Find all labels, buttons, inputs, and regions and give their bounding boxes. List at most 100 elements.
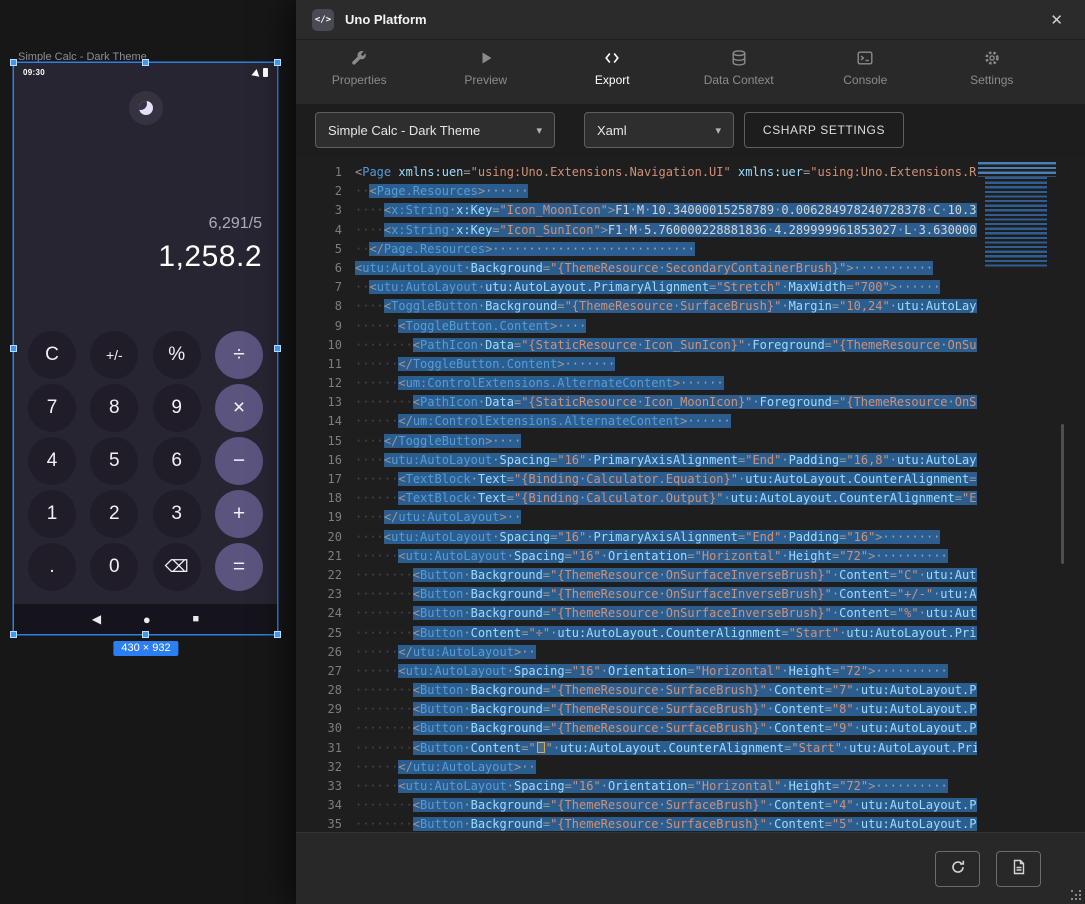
code-line[interactable]: 29········<Button·Background="{ThemeReso… bbox=[296, 700, 977, 719]
tab-console[interactable]: Console bbox=[802, 49, 929, 104]
code-line[interactable]: 18······<TextBlock·Text="{Binding·Calcul… bbox=[296, 489, 977, 508]
selection-handle[interactable] bbox=[142, 631, 149, 638]
minimap[interactable] bbox=[978, 162, 1056, 269]
line-number: 18 bbox=[296, 489, 342, 508]
line-number: 8 bbox=[296, 297, 342, 316]
key-8[interactable]: 8 bbox=[90, 384, 138, 432]
selection-handle[interactable] bbox=[274, 345, 281, 352]
key-7[interactable]: 7 bbox=[28, 384, 76, 432]
selection-handle[interactable] bbox=[142, 59, 149, 66]
key-clear[interactable]: C bbox=[28, 331, 76, 379]
home-icon[interactable]: ● bbox=[143, 612, 151, 627]
close-icon[interactable]: ✕ bbox=[1044, 9, 1069, 31]
selection-handle[interactable] bbox=[10, 345, 17, 352]
tab-properties[interactable]: Properties bbox=[296, 49, 423, 104]
code-line[interactable]: 10········<PathIcon·Data="{StaticResourc… bbox=[296, 336, 977, 355]
selection-handle[interactable] bbox=[274, 631, 281, 638]
chevron-down-icon: ▾ bbox=[536, 124, 542, 137]
code-line[interactable]: 33······<utu:AutoLayout·Spacing="16"·Ori… bbox=[296, 777, 977, 796]
code-line[interactable]: 13········<PathIcon·Data="{StaticResourc… bbox=[296, 393, 977, 412]
tab-preview[interactable]: Preview bbox=[423, 49, 550, 104]
code-editor[interactable]: 1<Page xmlns:uen="using:Uno.Extensions.N… bbox=[296, 156, 1085, 832]
code-line[interactable]: 7··<utu:AutoLayout·utu:AutoLayout.Primar… bbox=[296, 278, 977, 297]
key-equals[interactable]: = bbox=[215, 543, 263, 591]
key-multiply[interactable]: × bbox=[215, 384, 263, 432]
code-line[interactable]: 17······<TextBlock·Text="{Binding·Calcul… bbox=[296, 470, 977, 489]
code-line[interactable]: 1<Page xmlns:uen="using:Uno.Extensions.N… bbox=[296, 163, 977, 182]
code-line[interactable]: 34········<Button·Background="{ThemeReso… bbox=[296, 796, 977, 815]
code-line[interactable]: 12······<um:ControlExtensions.AlternateC… bbox=[296, 374, 977, 393]
scrollbar-thumb[interactable] bbox=[1061, 424, 1064, 564]
code-line[interactable]: 28········<Button·Background="{ThemeReso… bbox=[296, 681, 977, 700]
key-divide[interactable]: ÷ bbox=[215, 331, 263, 379]
code-line[interactable]: 24········<Button·Background="{ThemeReso… bbox=[296, 604, 977, 623]
key-3[interactable]: 3 bbox=[153, 490, 201, 538]
key-percent[interactable]: % bbox=[153, 331, 201, 379]
back-icon[interactable]: ◀ bbox=[92, 612, 101, 626]
theme-toggle-button[interactable] bbox=[129, 91, 163, 125]
key-6[interactable]: 6 bbox=[153, 437, 201, 485]
tab-label: Settings bbox=[970, 73, 1013, 87]
line-number: 3 bbox=[296, 201, 342, 220]
tab-settings[interactable]: Settings bbox=[929, 49, 1056, 104]
code-line[interactable]: 11······</ToggleButton.Content>······· bbox=[296, 355, 977, 374]
code-line[interactable]: 35········<Button·Background="{ThemeReso… bbox=[296, 815, 977, 832]
selection-handle[interactable] bbox=[10, 59, 17, 66]
recents-icon[interactable]: ■ bbox=[193, 613, 200, 625]
code-line[interactable]: 32······</utu:AutoLayout>·· bbox=[296, 758, 977, 777]
key-1[interactable]: 1 bbox=[28, 490, 76, 538]
resize-grip[interactable] bbox=[1071, 890, 1081, 900]
android-nav-bar: ◀ ● ■ bbox=[14, 604, 277, 634]
selection-handle[interactable] bbox=[10, 631, 17, 638]
phone-artboard[interactable]: 09:30 6,291/5 1,258.2 C +/- % ÷ 7 8 9 bbox=[14, 63, 277, 634]
code-line[interactable]: 27······<utu:AutoLayout·Spacing="16"·Ori… bbox=[296, 662, 977, 681]
wifi-icon bbox=[251, 68, 260, 76]
key-add[interactable]: + bbox=[215, 490, 263, 538]
key-2[interactable]: 2 bbox=[90, 490, 138, 538]
code-line[interactable]: 9······<ToggleButton.Content>···· bbox=[296, 317, 977, 336]
key-4[interactable]: 4 bbox=[28, 437, 76, 485]
code-line[interactable]: 19····</utu:AutoLayout>·· bbox=[296, 508, 977, 527]
code-line[interactable]: 5··</Page.Resources>····················… bbox=[296, 240, 977, 259]
line-number: 33 bbox=[296, 777, 342, 796]
tab-export[interactable]: Export bbox=[549, 49, 676, 104]
code-line[interactable]: 26······</utu:AutoLayout>·· bbox=[296, 643, 977, 662]
line-number: 21 bbox=[296, 547, 342, 566]
code-line[interactable]: 2··<Page.Resources>······ bbox=[296, 182, 977, 201]
code-line[interactable]: 4····<x:String·x:Key="Icon_SunIcon">F1·M… bbox=[296, 221, 977, 240]
code-line[interactable]: 8····<ToggleButton·Background="{ThemeRes… bbox=[296, 297, 977, 316]
format-select-dropdown[interactable]: Xaml ▾ bbox=[584, 112, 734, 148]
page-select-dropdown[interactable]: Simple Calc - Dark Theme ▾ bbox=[315, 112, 555, 148]
code-line[interactable]: 31········<Button·Content=""·utu:AutoLay… bbox=[296, 739, 977, 758]
line-number: 14 bbox=[296, 412, 342, 431]
key-0[interactable]: 0 bbox=[90, 543, 138, 591]
code-line[interactable]: 23········<Button·Background="{ThemeReso… bbox=[296, 585, 977, 604]
key-backspace[interactable]: ⌫ bbox=[153, 543, 201, 591]
key-decimal[interactable]: . bbox=[28, 543, 76, 591]
code-line[interactable]: 30········<Button·Background="{ThemeReso… bbox=[296, 719, 977, 738]
export-file-button[interactable] bbox=[996, 851, 1041, 887]
line-number: 32 bbox=[296, 758, 342, 777]
key-subtract[interactable]: − bbox=[215, 437, 263, 485]
code-line[interactable]: 15····</ToggleButton>···· bbox=[296, 432, 977, 451]
key-5[interactable]: 5 bbox=[90, 437, 138, 485]
code-line[interactable]: 25········<Button·Content="÷"·utu:AutoLa… bbox=[296, 624, 977, 643]
tab-data-context[interactable]: Data Context bbox=[676, 49, 803, 104]
code-line[interactable]: 20····<utu:AutoLayout·Spacing="16"·Prima… bbox=[296, 528, 977, 547]
code-line[interactable]: 22········<Button·Background="{ThemeReso… bbox=[296, 566, 977, 585]
code-line[interactable]: 14······</um:ControlExtensions.Alternate… bbox=[296, 412, 977, 431]
line-number: 31 bbox=[296, 739, 342, 758]
refresh-button[interactable] bbox=[935, 851, 980, 887]
code-line[interactable]: 3····<x:String·x:Key="Icon_MoonIcon">F1·… bbox=[296, 201, 977, 220]
line-number: 12 bbox=[296, 374, 342, 393]
selection-handle[interactable] bbox=[274, 59, 281, 66]
csharp-settings-button[interactable]: CSHARP SETTINGS bbox=[744, 112, 904, 148]
key-9[interactable]: 9 bbox=[153, 384, 201, 432]
equation-text: 6,291/5 bbox=[158, 215, 262, 233]
key-plusminus[interactable]: +/- bbox=[90, 331, 138, 379]
code-line[interactable]: 6<utu:AutoLayout·Background="{ThemeResou… bbox=[296, 259, 977, 278]
code-line[interactable]: 16····<utu:AutoLayout·Spacing="16"·Prima… bbox=[296, 451, 977, 470]
code-lines[interactable]: 1<Page xmlns:uen="using:Uno.Extensions.N… bbox=[296, 163, 977, 832]
code-line[interactable]: 21······<utu:AutoLayout·Spacing="16"·Ori… bbox=[296, 547, 977, 566]
line-number: 22 bbox=[296, 566, 342, 585]
